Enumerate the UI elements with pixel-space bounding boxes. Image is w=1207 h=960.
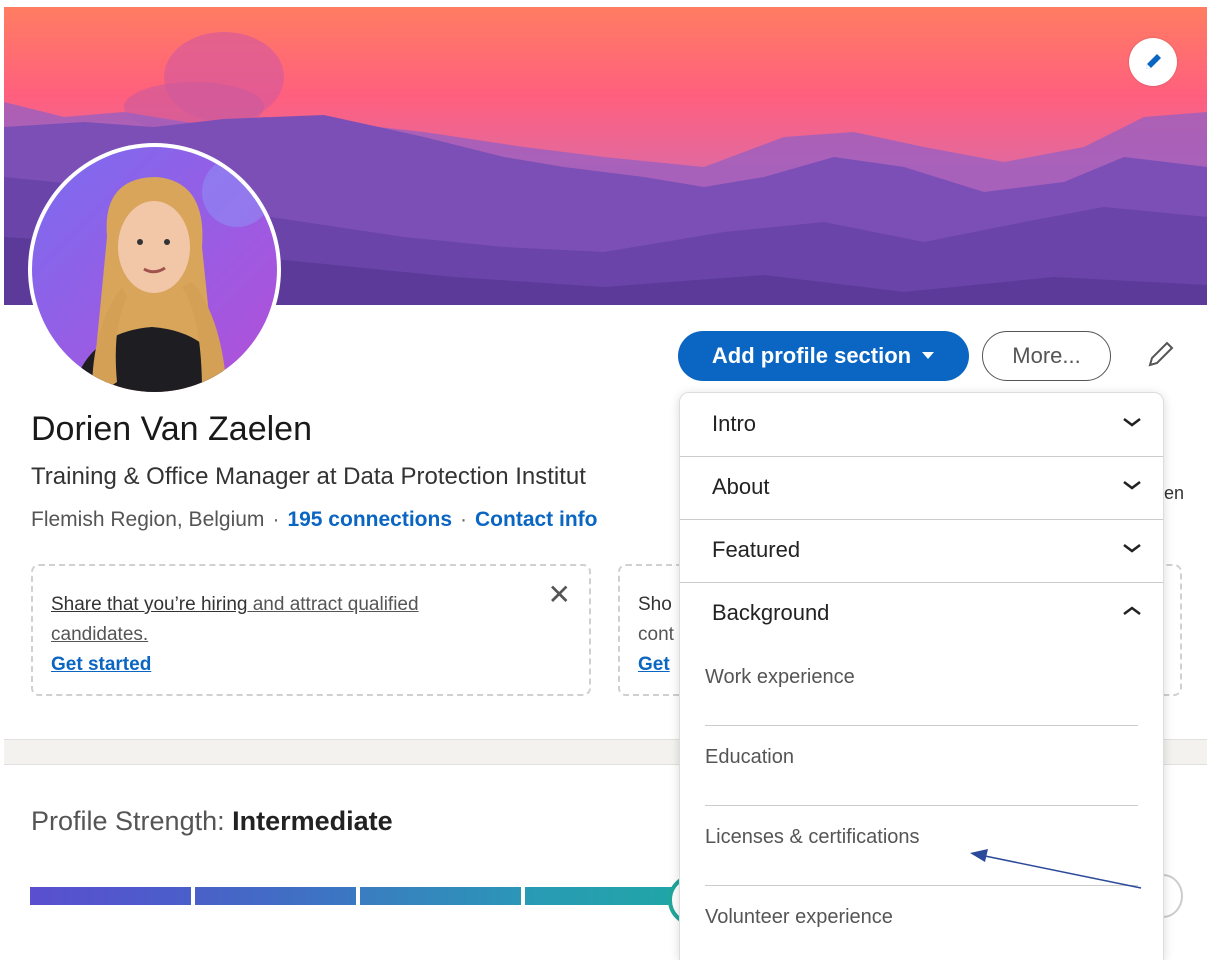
dropdown-item-work-experience[interactable]: Work experience (705, 646, 1138, 726)
dropdown-section-label: Featured (712, 537, 801, 562)
profile-strength-meter (30, 887, 686, 905)
hiring-card-text: Share that you’re hiring and attract qua… (51, 590, 521, 680)
dropdown-section-label: Background (712, 600, 830, 625)
connections-link[interactable]: 195 connections (287, 508, 452, 531)
dropdown-section-intro[interactable]: Intro (680, 393, 1163, 457)
truncated-text: en (1164, 483, 1185, 503)
caret-down-icon (922, 352, 935, 359)
profile-name: Dorien Van Zaelen (31, 410, 312, 448)
meter-segment (30, 887, 191, 905)
second-card-line2: cont (638, 624, 674, 645)
profile-strength-level: Intermediate (232, 806, 393, 836)
edit-intro-button[interactable] (1140, 335, 1180, 375)
dropdown-item-label: Licenses & certifications (705, 826, 920, 848)
dropdown-item-licenses-certifications[interactable]: Licenses & certifications (705, 806, 1138, 886)
dropdown-item-label: Volunteer experience (705, 906, 893, 928)
profile-headline: Training & Office Manager at Data Protec… (31, 463, 586, 490)
close-icon[interactable]: ✕ (548, 578, 571, 611)
add-profile-section-label: Add profile section (711, 343, 912, 368)
profile-strength: Profile Strength: Intermediate (31, 806, 393, 837)
pencil-icon (1148, 341, 1174, 367)
profile-location: Flemish Region, Belgium (31, 508, 265, 531)
dropdown-section-label: About (712, 474, 770, 499)
chevron-down-icon (1123, 481, 1141, 490)
second-card-cta[interactable]: Get (638, 654, 670, 675)
get-started-link[interactable]: Get started (51, 654, 151, 675)
meter-segment (195, 887, 356, 905)
profile-avatar[interactable] (32, 147, 277, 392)
dropdown-section-label: Intro (712, 411, 757, 436)
hiring-card: Share that you’re hiring and attract qua… (31, 564, 591, 696)
edit-banner-button[interactable] (1129, 38, 1177, 86)
contact-info-link[interactable]: Contact info (475, 508, 597, 531)
pencil-icon (1146, 54, 1161, 69)
separator-dot: · (272, 508, 280, 531)
add-profile-section-button[interactable]: Add profile section (678, 331, 969, 381)
dropdown-item-volunteer-experience[interactable]: Volunteer experience (705, 886, 1138, 960)
add-section-dropdown: Intro About Featured Background Work exp… (679, 392, 1164, 960)
dropdown-section-about[interactable]: About (680, 456, 1163, 520)
chevron-up-icon (1123, 606, 1141, 615)
more-button[interactable]: More... (982, 331, 1111, 381)
hiring-card-link-text[interactable]: Share that you’re hiring (51, 594, 247, 615)
profile-location-line: Flemish Region, Belgium · 195 connections ·… (31, 508, 597, 532)
profile-strength-label: Profile Strength: (31, 806, 233, 836)
dropdown-item-education[interactable]: Education (705, 726, 1138, 806)
separator-dot: · (460, 508, 467, 531)
dropdown-section-featured[interactable]: Featured (680, 519, 1163, 583)
dropdown-section-background[interactable]: Background (680, 582, 1163, 645)
second-card-line1: Sho (638, 594, 672, 615)
meter-segment (360, 887, 521, 905)
meter-segment (525, 887, 686, 905)
dropdown-item-label: Education (705, 746, 794, 768)
dropdown-item-label: Work experience (705, 666, 855, 688)
chevron-down-icon (1123, 418, 1141, 427)
chevron-down-icon (1123, 544, 1141, 553)
